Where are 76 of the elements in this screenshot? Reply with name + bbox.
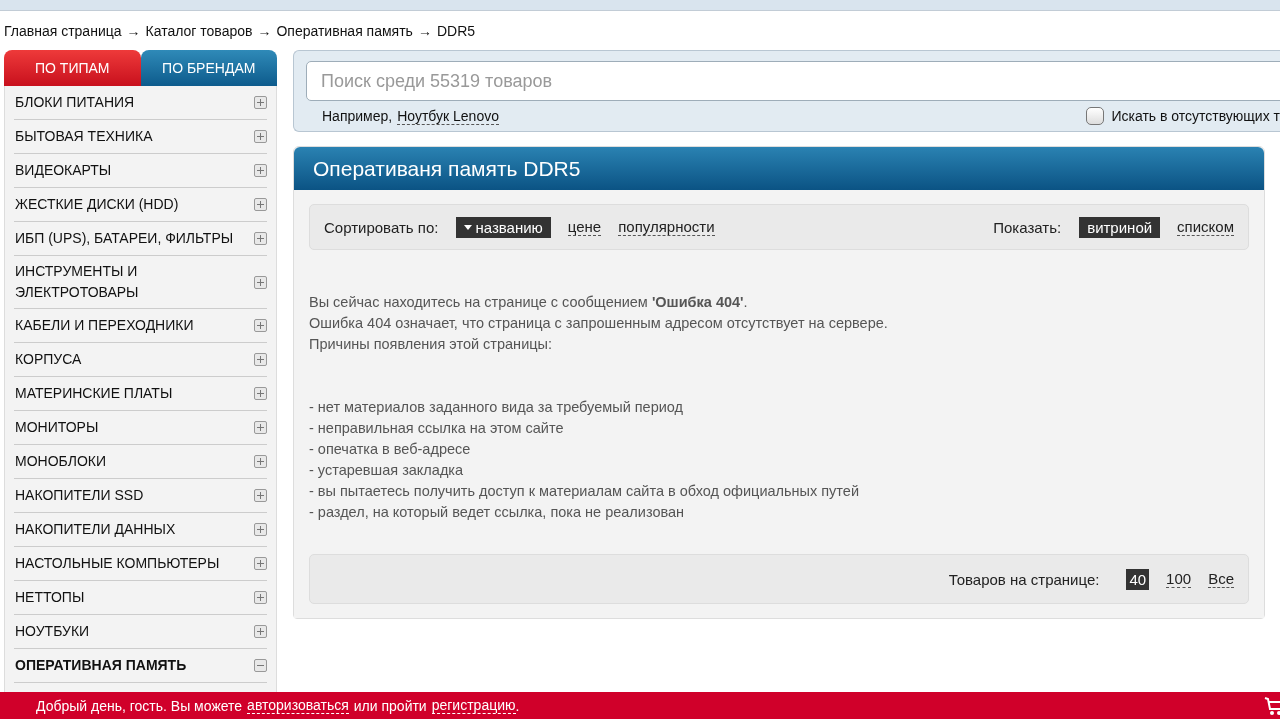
greeting-text: . [515, 697, 520, 714]
message-text: Ошибка 404 означает, что страница с запрошенным адресом отсутствует на сервере. [309, 314, 889, 333]
expand-icon[interactable] [254, 96, 267, 109]
expand-icon[interactable] [254, 232, 267, 245]
reason-text: - нет материалов заданного вида за требуемый период [309, 398, 685, 417]
expand-icon[interactable] [254, 275, 267, 289]
greeting-text: или пройти [353, 697, 427, 714]
category-link[interactable]: КАБЕЛИ И ПЕРЕХОДНИКИ [15, 310, 194, 341]
category-link[interactable]: МОНИТОРЫ [15, 412, 99, 443]
message-text: Вы сейчас находитесь на странице с сообщением 'Ошибка 404'. [309, 293, 749, 312]
category-link[interactable]: ВИДЕОКАРТЫ [15, 155, 112, 186]
expand-icon[interactable] [254, 591, 267, 604]
breadcrumb-arrow: → [417, 22, 432, 39]
expand-icon[interactable] [254, 625, 267, 638]
breadcrumb-link[interactable]: DDR5 [436, 22, 476, 39]
example-label: Например, [322, 107, 393, 125]
category-link[interactable]: НОУТБУКИ [15, 616, 90, 647]
category-link[interactable]: БЫТОВАЯ ТЕХНИКА [15, 121, 153, 152]
expand-icon[interactable] [254, 387, 267, 400]
search-field[interactable]: Поиск среди 55319 товаров [306, 61, 1280, 101]
caret-icon [464, 224, 473, 230]
category-link[interactable]: НАКОПИТЕЛИ ДАННЫХ [15, 514, 176, 545]
cart-icon[interactable] [1264, 695, 1280, 716]
expand-icon[interactable] [254, 489, 267, 502]
breadcrumb-link[interactable]: Главная страница [4, 22, 122, 39]
category-link[interactable]: ЖЕСТКИЕ ДИСКИ (HDD) [15, 189, 179, 220]
expand-icon[interactable] [254, 455, 267, 468]
category-link[interactable]: ОПЕРАТИВНАЯ ПАМЯТЬ [15, 650, 187, 681]
expand-icon[interactable] [254, 319, 267, 332]
per-page-option[interactable]: 40 [1126, 568, 1150, 590]
sort-option[interactable]: популярности [618, 218, 715, 236]
reason-text: - опечатка в веб-адресе [309, 440, 472, 459]
per-page-option[interactable]: Все [1208, 570, 1234, 588]
view-option[interactable]: витриной [1079, 216, 1161, 238]
breadcrumb-link[interactable]: Каталог товаров [145, 22, 253, 39]
expand-icon[interactable] [254, 353, 267, 366]
breadcrumb-link[interactable]: Оперативная память [276, 22, 413, 39]
sort-label: Сортировать по: [324, 218, 439, 236]
message-text: Причины появления этой страницы: [309, 335, 553, 354]
view-option[interactable]: списком [1177, 218, 1234, 236]
checkbox[interactable] [1086, 107, 1105, 125]
expand-icon[interactable] [254, 557, 267, 570]
expand-icon[interactable] [254, 164, 267, 177]
expand-icon[interactable] [254, 130, 267, 143]
sort-option[interactable]: цене [567, 218, 602, 236]
category-link[interactable]: БЛОКИ ПИТАНИЯ [15, 87, 135, 118]
category-link[interactable]: ИНСТРУМЕНТЫ И ЭЛЕКТРОТОВАРЫ [15, 256, 235, 308]
per-page-option[interactable]: 100 [1166, 570, 1192, 588]
breadcrumb-arrow: → [257, 22, 272, 39]
expand-icon[interactable] [254, 523, 267, 536]
category-tab[interactable]: ПО БРЕНДАМ [140, 50, 277, 86]
expand-icon[interactable] [254, 198, 267, 211]
category-link[interactable]: КОРПУСА [15, 344, 82, 375]
category-link[interactable]: ИБП (UPS), БАТАРЕИ, ФИЛЬТРЫ [15, 223, 234, 254]
expand-icon[interactable] [254, 421, 267, 434]
example-link[interactable]: Ноутбук Lenovo [397, 107, 499, 125]
checkbox-label: Искать в отсутствующих т [1111, 108, 1280, 124]
category-tab[interactable]: ПО ТИПАМ [4, 50, 141, 86]
panel-title: Оперативаня память DDR5 [294, 147, 1264, 190]
login-link[interactable]: авторизоваться [247, 697, 349, 714]
collapse-icon[interactable] [254, 659, 267, 672]
breadcrumb-arrow: → [126, 22, 141, 39]
reason-text: - раздел, на который ведет ссылка, пока не реализован [309, 503, 686, 522]
reason-text: - вы пытаетесь получить доступ к материалам сайта в обход официальных путей [309, 482, 861, 501]
category-link[interactable]: НАСТОЛЬНЫЕ КОМПЬЮТЕРЫ [15, 548, 220, 579]
reason-text: - устаревшая закладка [309, 461, 465, 480]
register-link[interactable]: регистрацию [431, 697, 516, 714]
per-page-label: Товаров на странице: [948, 570, 1100, 588]
reason-text: - неправильная ссылка на этом сайте [309, 419, 565, 438]
greeting-text: Добрый день, гость. Вы можете [36, 697, 243, 714]
category-link[interactable]: МОНОБЛОКИ [15, 446, 107, 477]
sort-option[interactable]: названию [456, 216, 551, 238]
view-label: Показать: [993, 218, 1062, 236]
category-link[interactable]: НАКОПИТЕЛИ SSD [15, 480, 144, 511]
category-link[interactable]: МАТЕРИНСКИЕ ПЛАТЫ [15, 378, 173, 409]
category-link[interactable]: НЕТТОПЫ [15, 582, 85, 613]
